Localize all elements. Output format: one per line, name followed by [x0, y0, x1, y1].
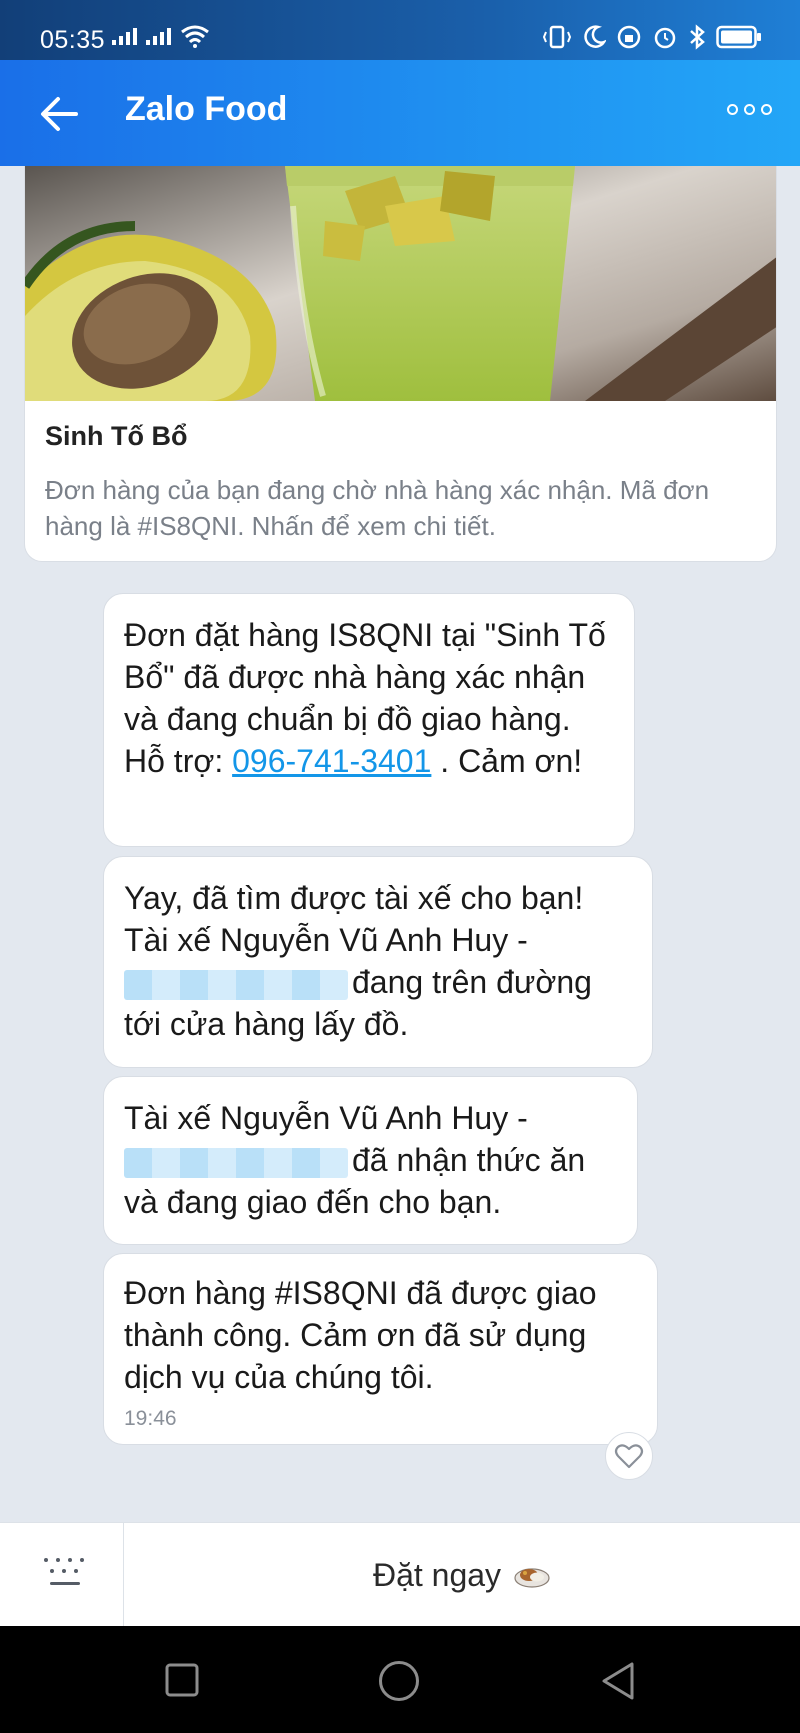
support-phone-link[interactable]: 096-741-3401: [232, 743, 431, 779]
recent-apps-icon[interactable]: [164, 1662, 200, 1698]
message-bubble: Tài xế Nguyễn Vũ Anh Huy - đã nhận thức …: [103, 1076, 638, 1245]
like-button[interactable]: [605, 1432, 653, 1480]
data-saver-icon: [617, 25, 641, 49]
back-nav-icon[interactable]: [598, 1660, 638, 1702]
moon-icon: [584, 25, 606, 48]
dot-icon: [727, 104, 738, 115]
message-text: Yay, đã tìm được tài xế cho bạn! Tài xế …: [124, 880, 584, 958]
vibrate-icon: [542, 25, 572, 49]
order-now-label: Đặt ngay: [372, 1556, 502, 1593]
keyboard-menu-icon: [44, 1558, 84, 1585]
message-text: . Cảm ơn!: [431, 743, 583, 779]
dot-icon: [761, 104, 772, 115]
page-title: Zalo Food: [125, 90, 288, 128]
message-time: 19:46: [124, 1407, 177, 1430]
battery-icon: [716, 25, 761, 49]
signal-icon: [112, 28, 137, 45]
restaurant-name: Sinh Tố Bổ: [45, 421, 188, 451]
blurred-phone: [124, 969, 348, 1000]
app-header: Zalo Food: [0, 60, 800, 166]
message-bubble: Yay, đã tìm được tài xế cho bạn! Tài xế …: [103, 856, 653, 1068]
menu-button[interactable]: [0, 1523, 124, 1627]
signal-2-icon: [146, 28, 171, 45]
dot-icon: [744, 104, 755, 115]
action-bar: Đặt ngay: [0, 1522, 800, 1627]
home-icon[interactable]: [378, 1660, 420, 1702]
heart-icon: [614, 1444, 644, 1469]
more-options-button[interactable]: [727, 104, 772, 115]
message-bubble: Đơn hàng #IS8QNI đã được giao thành công…: [103, 1253, 658, 1445]
message-text: Tài xế Nguyễn Vũ Anh Huy -: [124, 1100, 528, 1136]
bluetooth-icon: [690, 24, 705, 50]
order-now-button[interactable]: Đặt ngay: [124, 1523, 800, 1627]
food-plate-icon: [514, 1568, 550, 1588]
message-text: Đơn hàng #IS8QNI đã được giao thành công…: [124, 1275, 597, 1395]
message-bubble: Đơn đặt hàng IS8QNI tại "Sinh Tố Bổ" đã …: [103, 593, 635, 847]
wifi-icon: [181, 25, 209, 48]
order-card[interactable]: Sinh Tố Bổ Đơn hàng của bạn đang chờ nhà…: [24, 166, 777, 562]
system-nav-bar: [0, 1626, 800, 1733]
smoothie-image: [25, 166, 776, 401]
blurred-phone: [124, 1147, 348, 1178]
back-arrow-icon[interactable]: [36, 90, 84, 138]
status-bar: 05:35: [0, 0, 800, 60]
status-time: 05:35: [40, 26, 106, 54]
order-status-text: Đơn hàng của bạn đang chờ nhà hàng xác n…: [45, 475, 710, 541]
alarm-icon: [654, 27, 676, 49]
